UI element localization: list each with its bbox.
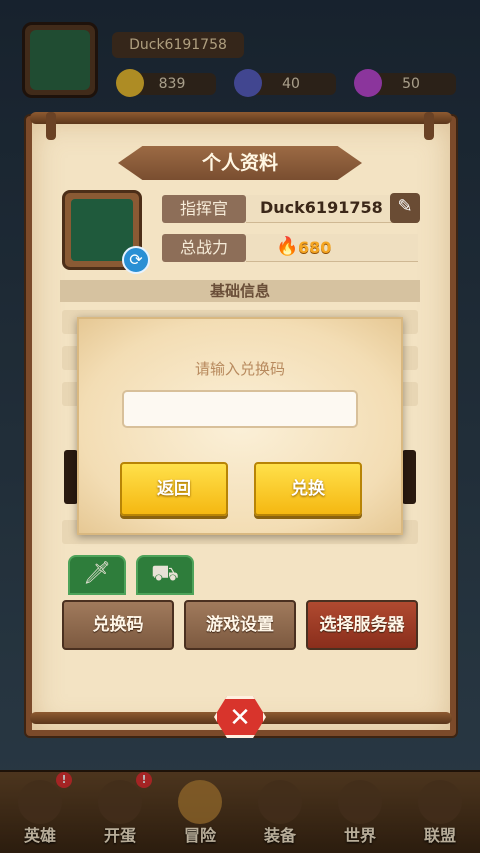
back-button[interactable]: 返回 (120, 462, 228, 516)
panel-title: 个人资料 (201, 152, 278, 174)
refresh-icon[interactable]: ⟳ (122, 246, 150, 274)
power-row (246, 234, 418, 262)
fire-icon: 🔥 (276, 236, 299, 257)
edit-name-button[interactable]: ✎ (390, 193, 420, 223)
scroll-pin (46, 112, 56, 140)
section-basic-info: 基础信息 (209, 282, 270, 300)
redeem-code-button[interactable]: 兑换码 (62, 600, 174, 650)
scroll-rod-top (30, 112, 452, 124)
dialog-title: 请输入兑换码 (194, 360, 285, 378)
select-server-button[interactable]: 选择服务器 (306, 600, 418, 650)
scroll-pin (424, 112, 434, 140)
pencil-icon: ✎ (397, 196, 413, 217)
sword-icon: 🗡 (83, 561, 111, 586)
redeem-button[interactable]: 兑换 (254, 462, 362, 516)
power-value: 680 (298, 238, 332, 257)
cart-icon: ⛟ (151, 561, 179, 586)
dark-slot (402, 450, 416, 504)
cart-slot[interactable]: ⛟ (136, 555, 194, 595)
commander-name: Duck6191758 (260, 198, 383, 217)
game-settings-button[interactable]: 游戏设置 (184, 600, 296, 650)
dark-slot (64, 450, 78, 504)
commander-label: 指挥官 (162, 195, 246, 223)
redeem-code-input[interactable] (122, 390, 358, 428)
sword-slot[interactable]: 🗡 (68, 555, 126, 595)
power-label: 总战力 (162, 234, 246, 262)
